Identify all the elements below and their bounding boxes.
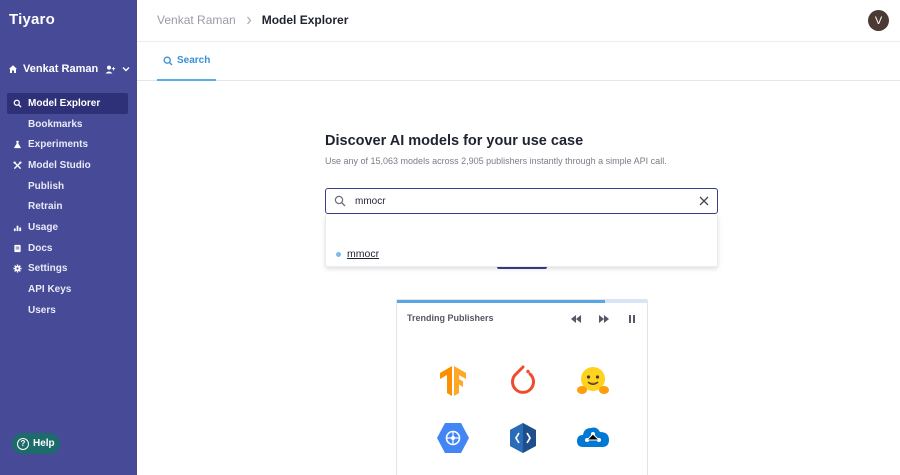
tools-icon — [13, 161, 22, 170]
workspace-switcher[interactable]: Venkat Raman — [8, 62, 130, 76]
sidebar-item-docs[interactable]: Docs — [7, 238, 128, 259]
sidebar-item-label: Bookmarks — [28, 118, 83, 130]
suggestion-label: mmocr — [347, 248, 380, 260]
help-button[interactable]: ? Help — [12, 433, 60, 454]
card-title: Trending Publishers — [407, 313, 494, 323]
search-icon — [334, 195, 346, 207]
sidebar-item-label: Usage — [28, 221, 59, 233]
carousel-progress — [397, 300, 647, 303]
document-icon — [14, 244, 21, 252]
sidebar-item-label: Experiments — [28, 139, 89, 151]
bullet-icon — [336, 251, 341, 257]
chevron-down-icon[interactable] — [122, 66, 130, 72]
breadcrumb: Venkat Raman Model Explorer — [157, 13, 348, 27]
sidebar-item-label: Retrain — [28, 201, 63, 213]
pause-icon[interactable] — [626, 314, 638, 324]
search-input[interactable] — [355, 195, 698, 207]
sidebar-item-usage[interactable]: Usage — [7, 217, 128, 238]
sidebar-item-users[interactable]: Users — [7, 300, 128, 321]
top-header: Venkat Raman Model Explorer V — [137, 0, 900, 42]
sidebar-nav: Model Explorer Bookmarks Experiments Mod… — [7, 93, 128, 321]
search-box — [325, 188, 718, 214]
help-label: Help — [33, 438, 55, 449]
close-icon[interactable] — [698, 195, 710, 207]
sidebar: Tiyaro Venkat Raman Model Explorer Bookm… — [0, 0, 137, 475]
page-title: Discover AI models for your use case — [325, 133, 584, 149]
huggingface-icon[interactable] — [575, 363, 611, 399]
tab-search[interactable]: Search — [157, 55, 217, 81]
help-icon: ? — [17, 437, 29, 450]
search-icon — [13, 99, 22, 108]
bar-chart-icon — [13, 225, 22, 232]
pytorch-icon[interactable] — [505, 363, 541, 399]
sidebar-item-publish[interactable]: Publish — [7, 176, 128, 197]
rewind-icon[interactable] — [570, 314, 582, 324]
sidebar-item-model-explorer[interactable]: Model Explorer — [7, 93, 128, 114]
fast-forward-icon[interactable] — [598, 314, 610, 324]
sidebar-item-label: Settings — [28, 263, 68, 275]
sidebar-item-label: Docs — [28, 242, 53, 254]
home-icon — [9, 65, 17, 73]
tab-bar: Search — [137, 42, 900, 81]
azure-devops-icon[interactable] — [505, 420, 541, 456]
azure-ml-icon[interactable] — [575, 420, 611, 456]
sidebar-item-api-keys[interactable]: API Keys — [7, 279, 128, 300]
page-subtitle: Use any of 15,063 models across 2,905 pu… — [325, 156, 667, 166]
app-logo[interactable]: Tiyaro — [9, 11, 55, 28]
chevron-right-icon — [246, 16, 252, 24]
sidebar-item-settings[interactable]: Settings — [7, 259, 128, 280]
sidebar-item-experiments[interactable]: Experiments — [7, 134, 128, 155]
list-item[interactable]: mmocr — [336, 248, 379, 260]
sidebar-item-label: Model Explorer — [28, 97, 101, 109]
sidebar-item-bookmarks[interactable]: Bookmarks — [7, 114, 128, 135]
sidebar-item-label: Model Studio — [28, 159, 91, 171]
sidebar-item-label: API Keys — [28, 284, 72, 296]
avatar[interactable]: V — [868, 10, 889, 31]
sidebar-item-retrain[interactable]: Retrain — [7, 196, 128, 217]
breadcrumb-root[interactable]: Venkat Raman — [157, 13, 236, 27]
tab-label: Search — [177, 55, 211, 66]
google-cloud-icon[interactable] — [435, 420, 471, 456]
add-user-icon[interactable] — [105, 65, 116, 74]
trending-publishers-card: Trending Publishers — [396, 299, 648, 475]
search-icon — [163, 56, 173, 66]
sidebar-item-label: Users — [28, 304, 56, 316]
sidebar-item-label: Publish — [28, 180, 65, 192]
sidebar-item-model-studio[interactable]: Model Studio — [7, 155, 128, 176]
breadcrumb-current: Model Explorer — [261, 13, 349, 27]
carousel-progress-fill — [397, 300, 605, 303]
workspace-name: Venkat Raman — [23, 63, 99, 75]
tensorflow-icon[interactable] — [435, 363, 471, 399]
gear-icon — [13, 264, 22, 273]
search-suggestions: mmocr — [325, 215, 718, 267]
flask-icon — [13, 141, 22, 149]
